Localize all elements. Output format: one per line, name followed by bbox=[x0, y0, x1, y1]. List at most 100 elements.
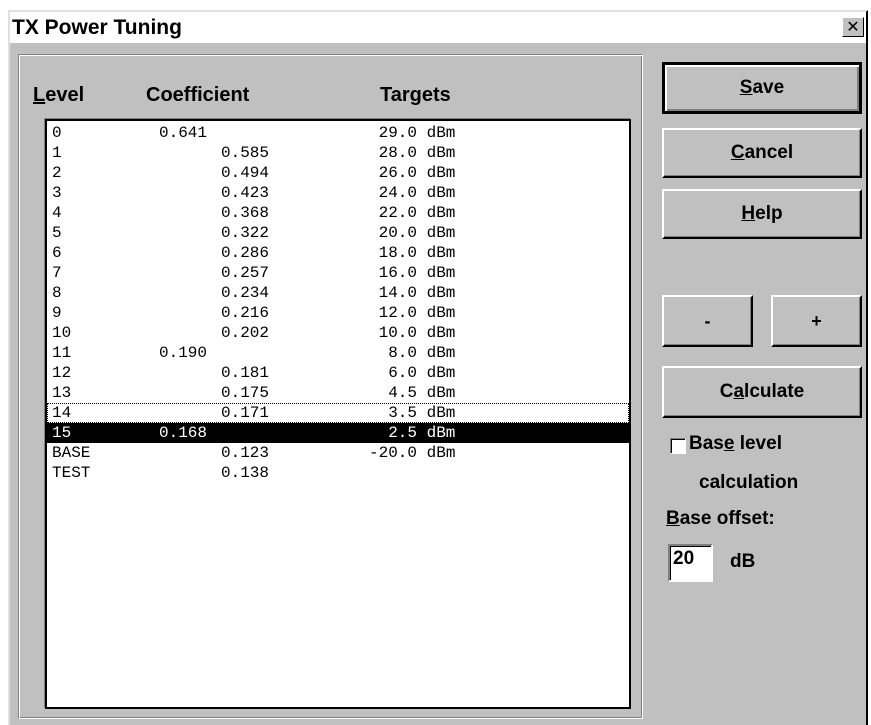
list-row[interactable]: 10 0.202 10.0 dBm bbox=[47, 323, 629, 343]
row-target: 24.0 dBm bbox=[378, 184, 456, 202]
list-row[interactable]: 3 0.423 24.0 dBm bbox=[47, 183, 629, 203]
row-level: TEST bbox=[52, 464, 91, 482]
list-row[interactable]: 4 0.368 22.0 dBm bbox=[47, 203, 629, 223]
list-row[interactable]: 14 0.171 3.5 dBm bbox=[47, 403, 629, 423]
row-level: 5 bbox=[52, 224, 62, 242]
row-level: 7 bbox=[52, 264, 62, 282]
base-level-label[interactable]: Base level bbox=[689, 433, 782, 455]
row-target: 6.0 dBm bbox=[388, 364, 456, 382]
row-coefficient: 0.585 bbox=[221, 144, 270, 162]
row-target: 26.0 dBm bbox=[378, 164, 456, 182]
increase-button[interactable]: + bbox=[771, 295, 862, 347]
list-row[interactable]: 7 0.257 16.0 dBm bbox=[47, 263, 629, 283]
row-level: 15 bbox=[52, 424, 72, 442]
row-target: 2.5 dBm bbox=[388, 424, 456, 442]
help-button[interactable]: Help bbox=[662, 189, 862, 239]
list-row[interactable]: 8 0.234 14.0 dBm bbox=[47, 283, 629, 303]
close-icon: ✕ bbox=[846, 17, 860, 36]
base-offset-input[interactable]: 20 bbox=[668, 544, 713, 582]
base-level-accelerator: e bbox=[723, 433, 735, 454]
row-target: 10.0 dBm bbox=[378, 324, 456, 342]
save-label-rest: ave bbox=[752, 77, 785, 98]
row-level: 14 bbox=[52, 404, 72, 422]
base-level-label-line2[interactable]: calculation bbox=[699, 472, 798, 494]
level-header-rest: evel bbox=[45, 84, 85, 106]
calculate-label-rest: lculate bbox=[744, 381, 805, 402]
row-coefficient: 0.257 bbox=[221, 264, 270, 282]
row-coefficient: 0.494 bbox=[221, 164, 270, 182]
row-coefficient: 0.216 bbox=[221, 304, 270, 322]
row-target: -20.0 dBm bbox=[369, 444, 456, 462]
row-coefficient: 0.641 bbox=[159, 124, 208, 142]
close-button[interactable]: ✕ bbox=[842, 17, 864, 37]
row-coefficient: 0.423 bbox=[221, 184, 270, 202]
row-level: 12 bbox=[52, 364, 72, 382]
row-level: BASE bbox=[52, 444, 91, 462]
base-level-label-pre: Bas bbox=[689, 433, 724, 454]
row-coefficient: 0.190 bbox=[159, 344, 208, 362]
row-level: 1 bbox=[52, 144, 62, 162]
cancel-accelerator: C bbox=[730, 142, 745, 163]
row-target: 3.5 dBm bbox=[388, 404, 456, 422]
row-level: 13 bbox=[52, 384, 72, 402]
row-target: 12.0 dBm bbox=[378, 304, 456, 322]
list-row[interactable]: 11 0.190 8.0 dBm bbox=[47, 343, 629, 363]
row-coefficient: 0.138 bbox=[221, 464, 270, 482]
row-coefficient: 0.175 bbox=[221, 384, 270, 402]
row-coefficient: 0.234 bbox=[221, 284, 270, 302]
list-row[interactable]: 6 0.286 18.0 dBm bbox=[47, 243, 629, 263]
list-row[interactable]: TEST 0.138 bbox=[47, 463, 629, 483]
decrease-button[interactable]: - bbox=[662, 295, 753, 347]
row-coefficient: 0.181 bbox=[221, 364, 270, 382]
base-offset-label-rest: ase offset: bbox=[679, 508, 775, 529]
row-target: 18.0 dBm bbox=[378, 244, 456, 262]
row-level: 8 bbox=[52, 284, 62, 302]
row-target: 20.0 dBm bbox=[378, 224, 456, 242]
title-bar[interactable]: TX Power Tuning ✕ bbox=[10, 12, 866, 43]
row-target: 14.0 dBm bbox=[378, 284, 456, 302]
list-row[interactable]: 15 0.168 2.5 dBm bbox=[47, 423, 629, 443]
base-offset-accelerator: B bbox=[666, 508, 680, 529]
base-offset-label: Base offset: bbox=[666, 508, 775, 530]
base-level-checkbox[interactable] bbox=[670, 438, 686, 454]
row-target: 16.0 dBm bbox=[378, 264, 456, 282]
row-level: 9 bbox=[52, 304, 62, 322]
help-label-rest: elp bbox=[755, 203, 783, 224]
save-accelerator: S bbox=[739, 77, 753, 98]
column-header-level: Level bbox=[33, 84, 84, 107]
list-row[interactable]: 9 0.216 12.0 dBm bbox=[47, 303, 629, 323]
base-level-label-rest: level bbox=[734, 433, 782, 454]
row-coefficient: 0.168 bbox=[159, 424, 208, 442]
list-row[interactable]: BASE 0.123 -20.0 dBm bbox=[47, 443, 629, 463]
row-level: 6 bbox=[52, 244, 62, 262]
levels-listbox[interactable]: 0 0.641 29.0 dBm 1 0.585 28.0 dBm 2 0.494 26.0 d… bbox=[45, 119, 631, 709]
row-target: 28.0 dBm bbox=[378, 144, 456, 162]
row-target: 22.0 dBm bbox=[378, 204, 456, 222]
column-header-targets: Targets bbox=[380, 84, 451, 106]
row-target: 29.0 dBm bbox=[378, 124, 456, 142]
row-coefficient: 0.322 bbox=[221, 224, 270, 242]
list-row[interactable]: 5 0.322 20.0 dBm bbox=[47, 223, 629, 243]
cancel-label-rest: ancel bbox=[744, 142, 794, 163]
list-row[interactable]: 12 0.181 6.0 dBm bbox=[47, 363, 629, 383]
row-level: 3 bbox=[52, 184, 62, 202]
row-target: 4.5 dBm bbox=[388, 384, 456, 402]
row-coefficient: 0.123 bbox=[221, 444, 270, 462]
row-level: 4 bbox=[52, 204, 62, 222]
level-accelerator: L bbox=[33, 84, 46, 106]
window-title: TX Power Tuning bbox=[12, 16, 182, 39]
list-row[interactable]: 13 0.175 4.5 dBm bbox=[47, 383, 629, 403]
list-row[interactable]: 0 0.641 29.0 dBm bbox=[47, 123, 629, 143]
calculate-button[interactable]: Calculate bbox=[662, 366, 862, 418]
cancel-button[interactable]: Cancel bbox=[662, 128, 862, 178]
calculate-accelerator: a bbox=[733, 381, 745, 402]
column-header-coefficient: Coefficient bbox=[146, 84, 250, 106]
row-target: 8.0 dBm bbox=[388, 344, 456, 362]
row-coefficient: 0.202 bbox=[221, 324, 270, 342]
row-level: 0 bbox=[52, 124, 62, 142]
tx-power-tuning-dialog: TX Power Tuning ✕ Level Coefficient Targ… bbox=[8, 10, 868, 725]
list-row[interactable]: 2 0.494 26.0 dBm bbox=[47, 163, 629, 183]
save-button[interactable]: Save bbox=[662, 62, 862, 114]
calculate-label-pre: C bbox=[719, 381, 734, 402]
list-row[interactable]: 1 0.585 28.0 dBm bbox=[47, 143, 629, 163]
